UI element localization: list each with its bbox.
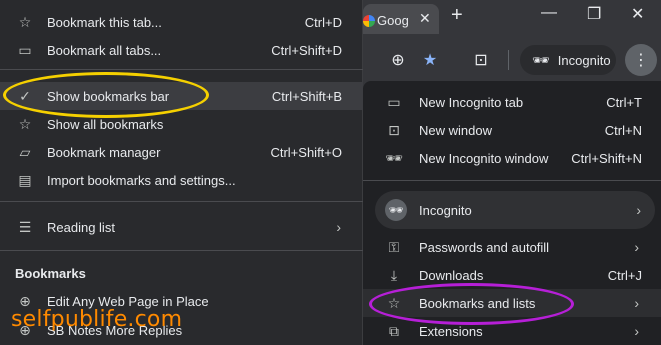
import-icon: ▤ — [18, 171, 32, 188]
zoom-icon[interactable]: ⊕ — [386, 48, 410, 72]
menu-item-passwords-autofill[interactable]: ⚿ Passwords and autofill › — [363, 233, 661, 261]
menu-item-shortcut: Ctrl+D — [304, 14, 342, 30]
menu-item-label: Show all bookmarks — [47, 116, 164, 132]
menu-item-label: Bookmark all tabs... — [47, 42, 162, 58]
menu-item-label: Extensions — [419, 323, 483, 339]
menu-item-new-incognito-tab[interactable]: ▭ New Incognito tab Ctrl+T — [363, 88, 661, 116]
menu-item-shortcut: Ctrl+Shift+B — [271, 88, 342, 104]
star-folder-icon: ▭ — [18, 41, 32, 58]
menu-item-new-incognito-window[interactable]: 🕶 New Incognito window Ctrl+Shift+N — [363, 144, 661, 172]
profile-row[interactable]: 🕶 Incognito › — [375, 191, 655, 229]
incognito-icon: 🕶 — [385, 149, 403, 166]
menu-kebab-icon[interactable]: ⋮ — [625, 44, 657, 76]
menu-divider — [0, 250, 363, 251]
menu-item-shortcut: Ctrl+Shift+D — [271, 42, 342, 58]
restore-icon[interactable]: ❐ — [587, 4, 601, 24]
chevron-right-icon: › — [636, 202, 641, 218]
menu-item-label: Bookmark this tab... — [47, 14, 162, 30]
menu-item-label: New Incognito tab — [419, 94, 524, 110]
minimize-icon[interactable]: — — [541, 4, 557, 22]
menu-item-bookmark-this-tab[interactable]: ☆ Bookmark this tab... Ctrl+D — [0, 8, 363, 36]
close-window-icon[interactable]: ✕ — [631, 4, 644, 24]
reading-list-icon: ☰ — [18, 218, 32, 235]
tab-close-icon[interactable]: ✕ — [419, 10, 431, 27]
menu-item-label: New Incognito window — [419, 150, 549, 166]
lens-search-icon[interactable]: ⊡ — [469, 48, 493, 72]
tab-title: Goog — [377, 13, 409, 28]
toolbar-divider — [508, 50, 509, 70]
menu-item-shortcut: Ctrl+N — [604, 122, 642, 138]
puzzle-icon: ⧉ — [389, 322, 399, 339]
menu-item-bookmark-manager[interactable]: ▱ Bookmark manager Ctrl+Shift+O — [0, 138, 363, 166]
bookmark-star-icon[interactable]: ★ — [418, 48, 442, 72]
menu-item-label: New window — [419, 122, 492, 138]
browser-toolbar: ⊕ ★ ⊡ 🕶 Incognito ⋮ — [363, 40, 661, 80]
browser-titlebar: Goog ✕ + — ❐ ✕ ⊕ ★ ⊡ 🕶 Incognito ⋮ — [363, 0, 661, 88]
profile-label: Incognito — [419, 202, 472, 218]
menu-item-label: Bookmark manager — [47, 144, 161, 160]
bookmarks-submenu: ☆ Bookmark this tab... Ctrl+D ▭ Bookmark… — [0, 0, 363, 345]
star-outline-icon: ☆ — [18, 13, 32, 30]
watermark: selfpublife.com — [11, 307, 183, 332]
section-title: Bookmarks — [15, 266, 86, 281]
menu-item-shortcut: Ctrl+J — [607, 267, 642, 283]
menu-divider — [0, 201, 363, 202]
chevron-right-icon: › — [634, 239, 639, 255]
menu-item-label: Downloads — [419, 267, 484, 283]
chevron-right-icon: › — [634, 295, 639, 311]
menu-item-label: Import bookmarks and settings... — [47, 172, 236, 188]
menu-item-label: Passwords and autofill — [419, 239, 550, 255]
menu-divider — [0, 69, 363, 70]
menu-item-shortcut: Ctrl+Shift+O — [270, 144, 342, 160]
menu-item-label: Reading list — [47, 219, 115, 235]
menu-item-new-window[interactable]: ⊡ New window Ctrl+N — [363, 116, 661, 144]
menu-divider — [363, 180, 661, 181]
download-icon: ⤓ — [390, 266, 398, 283]
google-favicon-icon — [363, 15, 375, 27]
chevron-right-icon: › — [336, 219, 341, 235]
menu-item-bookmark-all-tabs[interactable]: ▭ Bookmark all tabs... Ctrl+Shift+D — [0, 36, 363, 64]
highlight-ellipse-yellow — [3, 72, 209, 118]
chevron-right-icon: › — [634, 323, 639, 339]
new-tab-button[interactable]: + — [451, 4, 463, 27]
menu-item-reading-list[interactable]: ☰ Reading list › — [0, 213, 363, 241]
browser-tab[interactable]: Goog ✕ — [363, 4, 439, 34]
folder-icon: ▱ — [19, 143, 31, 160]
incognito-icon: 🕶 — [532, 51, 550, 68]
incognito-icon: 🕶 — [385, 199, 407, 221]
incognito-chip[interactable]: 🕶 Incognito — [520, 45, 616, 75]
new-tab-icon: ▭ — [387, 93, 401, 110]
star-outline-icon: ☆ — [18, 115, 32, 132]
key-icon: ⚿ — [388, 238, 400, 255]
incognito-chip-label: Incognito — [557, 52, 611, 68]
menu-item-import-bookmarks[interactable]: ▤ Import bookmarks and settings... — [0, 166, 363, 194]
menu-item-shortcut: Ctrl+T — [606, 94, 642, 110]
menu-item-shortcut: Ctrl+Shift+N — [571, 150, 642, 166]
highlight-ellipse-purple — [369, 283, 574, 325]
new-window-icon: ⊡ — [388, 121, 400, 138]
